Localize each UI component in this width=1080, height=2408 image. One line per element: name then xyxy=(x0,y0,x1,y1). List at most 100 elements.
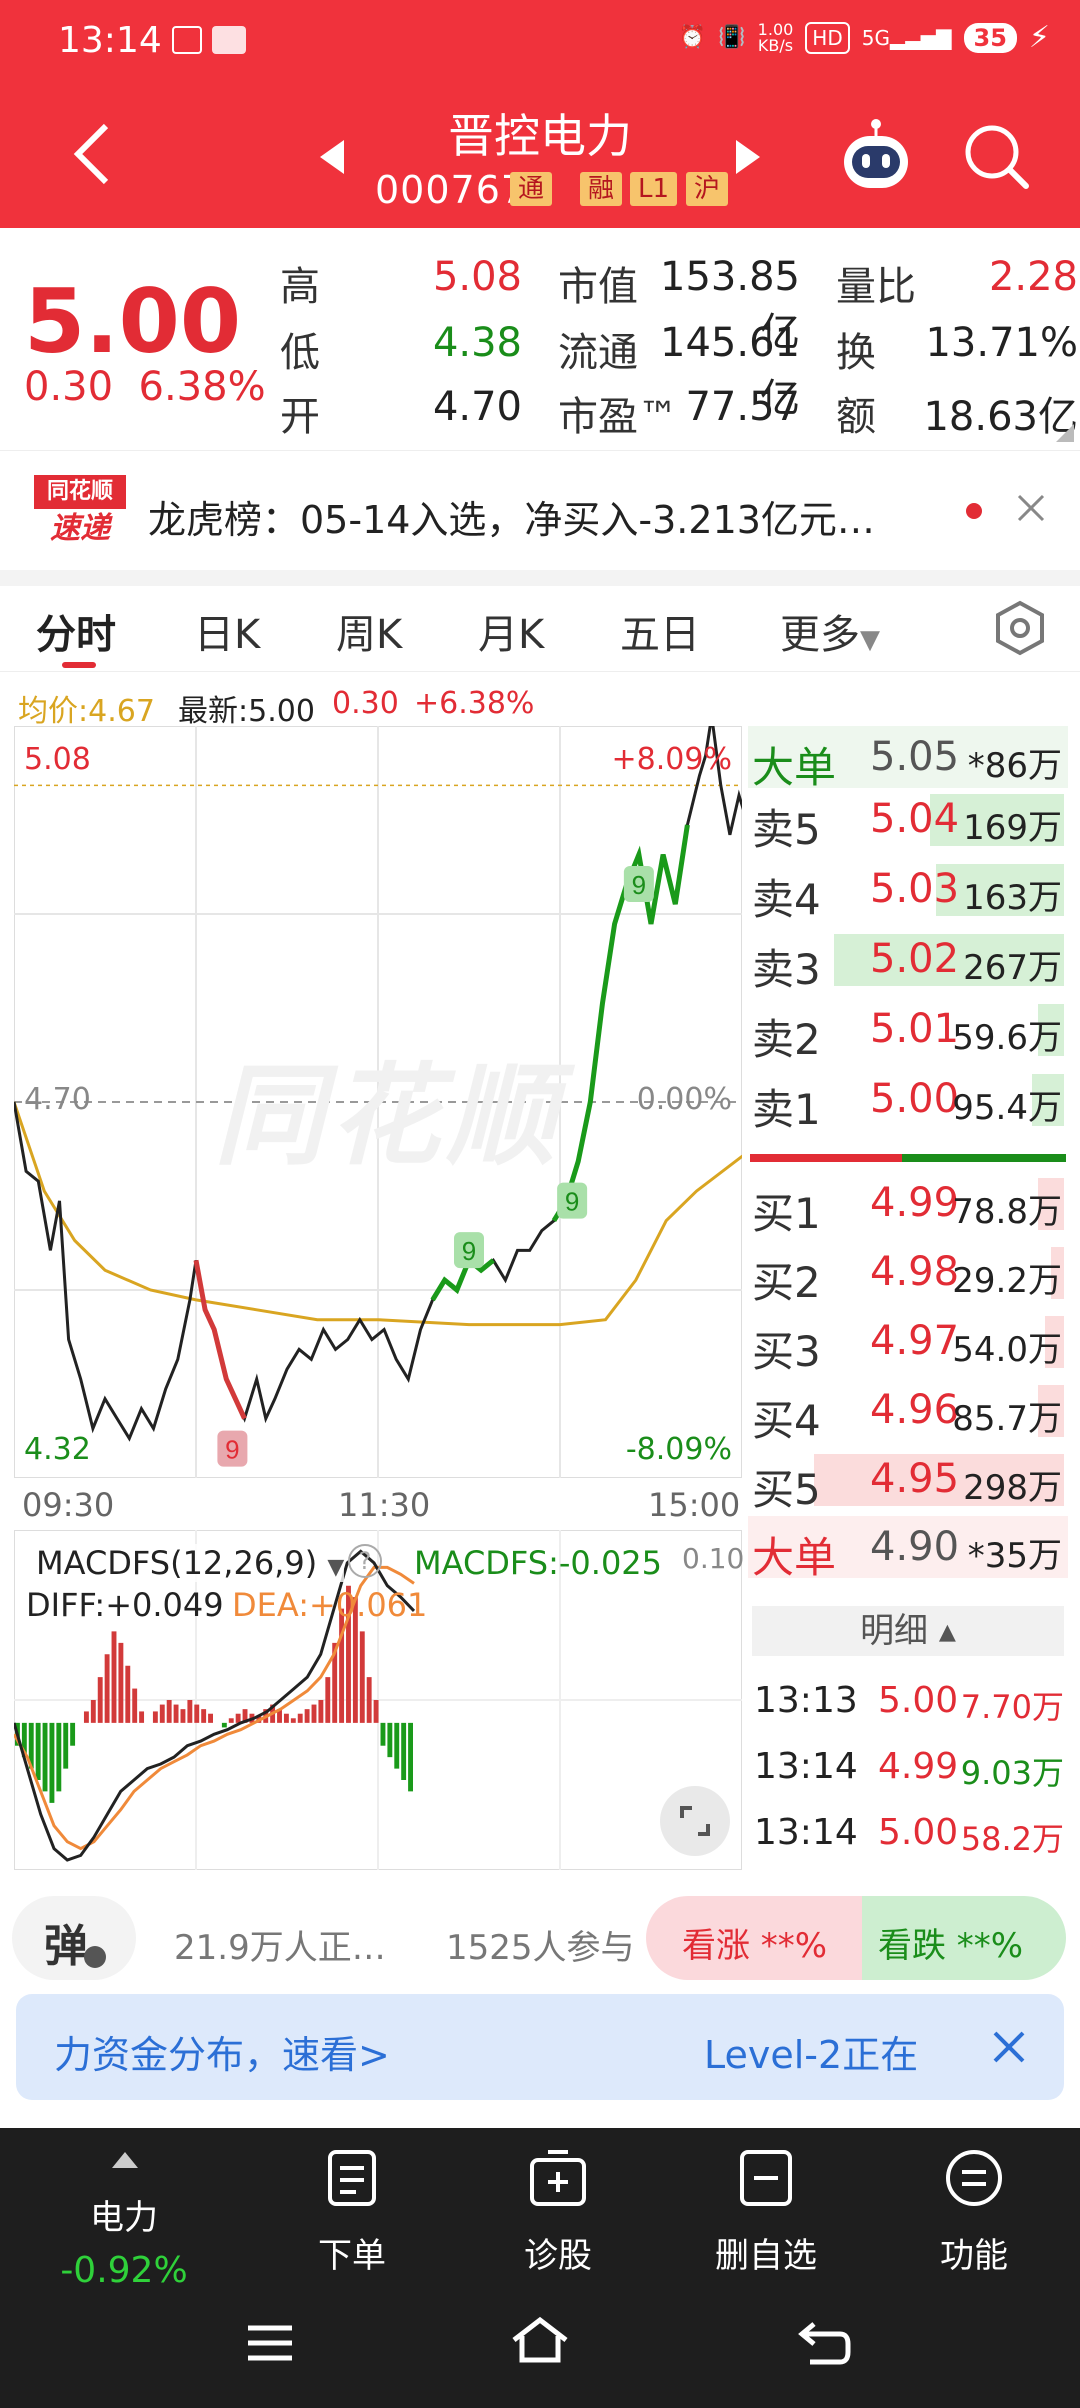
charging-icon: ⚡ xyxy=(1028,20,1050,55)
tab-monthly-k[interactable]: 月K xyxy=(478,602,544,660)
pe-label: 市盈™ xyxy=(558,394,678,440)
tab-five-day[interactable]: 五日 xyxy=(620,602,700,660)
big-buy-price: 4.90 xyxy=(870,1524,960,1570)
next-stock-button[interactable] xyxy=(734,138,762,180)
order-icon xyxy=(328,2150,376,2206)
amount-label: 额 xyxy=(836,394,876,440)
pe-value: 77.57 xyxy=(685,384,800,430)
intraday-chart[interactable]: 9999 5.08 4.70 4.32 +8.09% 0.00% -8.09% … xyxy=(12,715,795,1479)
danmu-toggle[interactable]: 弹 xyxy=(12,1896,136,1980)
close-icon[interactable] xyxy=(1016,493,1046,523)
promo-right-text: Level-2正在 xyxy=(704,2033,919,2077)
promo-banner[interactable]: 力资金分布，速看> Level-2正在 xyxy=(16,1994,1064,2100)
macd-value: MACDFS:-0.025 xyxy=(414,1544,663,1582)
info-change-pct: +6.38% xyxy=(414,686,535,721)
active-tab-indicator xyxy=(62,662,96,668)
bull-vote-button[interactable]: 看涨 **% xyxy=(646,1896,868,1980)
bid-row[interactable]: 买3 4.97 54.0万 xyxy=(748,1310,1068,1376)
news-text[interactable]: 龙虎榜：05-14入选，净买入-3.213亿元… xyxy=(148,489,875,544)
bid-row[interactable]: 买5 4.95 298万 xyxy=(748,1448,1068,1514)
ask-row[interactable]: 卖5 5.04 169万 xyxy=(748,788,1068,854)
big-buy-vol: *35万 xyxy=(967,1536,1062,1576)
big-buy-label: 大单 xyxy=(752,1533,837,1582)
turnover-value: 13.71% xyxy=(925,320,1078,366)
y-bottom-pct-label: -8.09% xyxy=(625,1432,732,1467)
amount-value: 18.63亿 xyxy=(923,394,1078,440)
battery-icon: 35 xyxy=(963,22,1017,53)
chevron-down-icon: ▼ xyxy=(327,1555,345,1580)
tag-hu: 沪 xyxy=(686,172,729,206)
big-buy-row: 大单 4.90 *35万 xyxy=(748,1516,1068,1582)
bid-ask-ratio-bar xyxy=(750,1154,1066,1162)
nav-functions-label: 功能 xyxy=(940,2236,1008,2276)
float-label: 流通 xyxy=(558,330,638,376)
detail-toggle[interactable]: 明细 ▴ xyxy=(752,1606,1064,1656)
nav-diagnose-label: 诊股 xyxy=(524,2236,592,2276)
tab-more[interactable]: 更多▼ xyxy=(780,602,880,660)
status-icons: ⏰ 📳 1.00 KB/s HD 5G▂▃▅▇ 35 ⚡ xyxy=(679,20,1050,55)
bid-price: 4.98 xyxy=(870,1249,960,1295)
fullscreen-button[interactable] xyxy=(660,1786,730,1856)
info-change: 0.30 xyxy=(332,686,399,721)
tab-daily-k[interactable]: 日K xyxy=(194,602,260,660)
diff-value: DIFF:+0.049 xyxy=(26,1586,224,1624)
search-icon[interactable] xyxy=(962,122,1032,196)
vibrate-icon: 📳 xyxy=(718,25,746,50)
turnover-label: 换 xyxy=(836,330,876,376)
nine-signal-label: 9 xyxy=(225,1435,239,1465)
macd-label: MACDFS(12,26,9) xyxy=(36,1544,318,1582)
bid-price: 4.95 xyxy=(870,1456,960,1502)
chart-tabs: 分时 日K 周K 月K 五日 更多▼ xyxy=(0,586,1080,672)
time-label-open: 09:30 xyxy=(22,1486,115,1524)
bid-row[interactable]: 买1 4.99 78.8万 xyxy=(748,1172,1068,1238)
help-icon[interactable]: ? xyxy=(348,1544,382,1578)
avg-price: 均价:4.67 xyxy=(18,694,155,729)
ask-label: 卖4 xyxy=(752,875,821,924)
macd-panel[interactable]: MACDFS(12,26,9) ▼ ? MACDFS:-0.025 0.10 D… xyxy=(12,1529,744,1871)
news-logo: 同花顺 速递 xyxy=(34,475,126,549)
stock-code: 000767 xyxy=(375,168,527,212)
dea-value: DEA:+0.061 xyxy=(232,1586,428,1624)
menu-circle-icon xyxy=(946,2150,1002,2206)
low-value: 4.38 xyxy=(432,320,522,366)
sector-label: 电力 xyxy=(90,2198,158,2238)
close-icon[interactable] xyxy=(992,2030,1026,2064)
ask-row[interactable]: 卖2 5.01 59.6万 xyxy=(748,998,1068,1064)
ask-price: 5.02 xyxy=(870,936,960,982)
system-menu-icon[interactable] xyxy=(246,2324,294,2362)
y-top-label: 5.08 xyxy=(24,742,91,777)
participants-count: 1525人参与 xyxy=(446,1928,635,1968)
big-sell-vol: *86万 xyxy=(967,746,1062,786)
alarm-icon: ⏰ xyxy=(678,25,707,50)
bid-row[interactable]: 买4 4.96 85.7万 xyxy=(748,1379,1068,1445)
time-label-mid: 11:30 xyxy=(338,1486,431,1524)
robot-assistant-icon[interactable] xyxy=(836,116,916,200)
bid-price: 4.96 xyxy=(870,1387,960,1433)
news-ticker[interactable]: 同花顺 速递 龙虎榜：05-14入选，净买入-3.213亿元… xyxy=(0,450,1080,570)
system-back-icon[interactable] xyxy=(798,2320,852,2366)
ask-price: 5.00 xyxy=(870,1076,960,1122)
settings-hex-icon[interactable] xyxy=(994,600,1046,656)
system-home-icon[interactable] xyxy=(510,2316,570,2366)
danmu-off-icon xyxy=(84,1946,106,1968)
bid-label: 买2 xyxy=(752,1258,821,1307)
tab-intraday[interactable]: 分时 xyxy=(36,602,116,660)
bear-vote-button[interactable]: 看跌 **% xyxy=(862,1896,1066,1980)
ask-row[interactable]: 卖4 5.03 163万 xyxy=(748,858,1068,924)
bid-label: 买1 xyxy=(752,1189,821,1238)
tab-weekly-k[interactable]: 周K xyxy=(336,602,402,660)
bid-vol: 78.8万 xyxy=(952,1192,1062,1232)
bid-price: 4.97 xyxy=(870,1318,960,1364)
expand-corner-icon[interactable] xyxy=(1056,424,1074,442)
big-sell-price: 5.05 xyxy=(870,734,960,780)
chart-info-line: 均价:4.67 最新:5.00 0.30 +6.38% xyxy=(0,680,1080,729)
high-value: 5.08 xyxy=(432,254,522,300)
macd-indicator-select[interactable]: MACDFS(12,26,9) ▼ xyxy=(36,1544,345,1582)
tick-time: 13:14 xyxy=(754,1812,858,1853)
bid-row[interactable]: 买2 4.98 29.2万 xyxy=(748,1241,1068,1307)
ask-row[interactable]: 卖3 5.02 267万 xyxy=(748,928,1068,994)
ask-row[interactable]: 卖1 5.00 95.4万 xyxy=(748,1068,1068,1134)
nine-signal-label: 9 xyxy=(462,1236,476,1266)
tick-row: 13:14 4.99 9.03万 xyxy=(748,1736,1068,1798)
nine-signal-label: 9 xyxy=(632,870,646,900)
